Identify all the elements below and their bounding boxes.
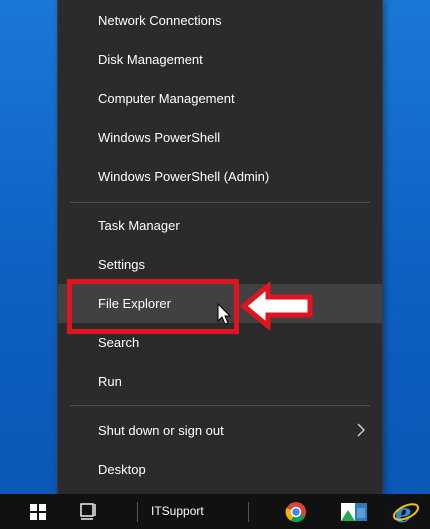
taskbar: ITSupport e: [0, 494, 430, 529]
highlight-box: [67, 279, 239, 334]
menu-item-task-manager[interactable]: Task Manager: [58, 206, 382, 245]
menu-item-computer-management[interactable]: Computer Management: [58, 79, 382, 118]
windows-start-icon[interactable]: [28, 494, 48, 529]
menu-item-label: Computer Management: [98, 91, 235, 106]
menu-item-label: Network Connections: [98, 13, 222, 28]
taskbar-window-label[interactable]: ITSupport: [151, 494, 204, 529]
menu-separator: [70, 202, 370, 203]
menu-separator: [70, 405, 370, 406]
menu-item-shut-down-or-sign-out[interactable]: Shut down or sign out: [58, 411, 382, 450]
menu-item-windows-powershell[interactable]: Windows PowerShell: [58, 118, 382, 157]
menu-item-run[interactable]: Run: [58, 362, 382, 401]
menu-item-label: Disk Management: [98, 52, 203, 67]
store-icon[interactable]: [335, 494, 369, 529]
menu-item-label: Search: [98, 335, 140, 350]
internet-explorer-icon[interactable]: e: [392, 494, 420, 529]
menu-item-network-connections[interactable]: Network Connections: [58, 1, 382, 40]
taskbar-divider: [137, 502, 138, 522]
menu-item-label: Task Manager: [98, 218, 180, 233]
menu-item-desktop[interactable]: Desktop: [58, 450, 382, 489]
mouse-cursor-icon: [217, 303, 232, 325]
menu-item-label: Windows PowerShell (Admin): [98, 169, 270, 184]
menu-item-label: Run: [98, 374, 122, 389]
svg-text:e: e: [395, 499, 412, 529]
menu-item-label: Settings: [98, 257, 145, 272]
red-arrow-icon: [240, 282, 313, 330]
menu-item-label: Windows PowerShell: [98, 130, 221, 145]
menu-item-windows-powershell-admin[interactable]: Windows PowerShell (Admin): [58, 157, 382, 196]
chevron-right-icon: [357, 423, 365, 437]
chrome-icon[interactable]: [283, 494, 309, 529]
menu-item-disk-management[interactable]: Disk Management: [58, 40, 382, 79]
power-user-menu: Network Connections Disk Management Comp…: [57, 0, 383, 494]
menu-item-label: Desktop: [98, 462, 146, 477]
task-view-icon[interactable]: [78, 494, 98, 529]
taskbar-divider: [248, 502, 249, 522]
menu-item-label: Shut down or sign out: [98, 423, 224, 438]
